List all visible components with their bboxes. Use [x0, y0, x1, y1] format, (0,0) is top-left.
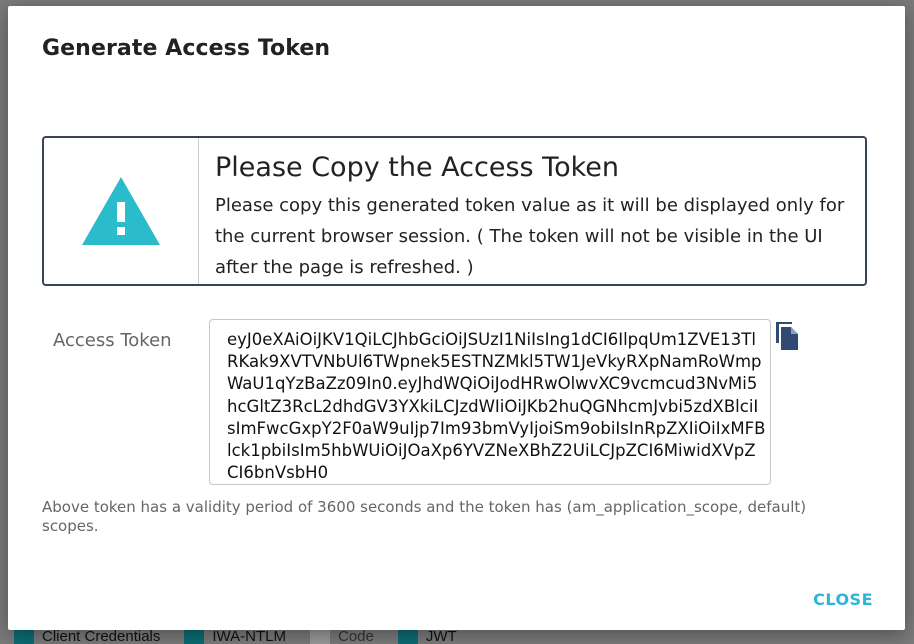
warning-triangle-icon	[82, 177, 160, 245]
checkbox-label: JWT	[425, 630, 457, 644]
checkbox-label: Code	[338, 630, 374, 644]
dialog-title: Generate Access Token	[42, 36, 331, 61]
alert-heading: Please Copy the Access Token	[215, 152, 619, 183]
checkbox-label: Client Credentials	[42, 630, 161, 644]
grant-jwt-checkbox[interactable]: JWT	[397, 630, 457, 644]
grant-code-checkbox[interactable]: Code	[310, 630, 374, 644]
checkbox-label: IWA-NTLM	[212, 630, 286, 644]
copy-icon[interactable]	[774, 319, 800, 351]
checkbox-checked-icon	[184, 630, 205, 644]
grant-client-credentials-checkbox[interactable]: Client Credentials	[14, 630, 160, 644]
generate-access-token-dialog: Generate Access Token Please Copy the Ac…	[8, 6, 905, 630]
grant-iwa-ntlm-checkbox[interactable]: IWA-NTLM	[184, 630, 286, 644]
checkbox-unchecked-icon	[310, 630, 330, 644]
alert-body: Please Copy the Access Token Please copy…	[199, 138, 865, 284]
checkbox-checked-icon	[14, 630, 34, 644]
alert-icon-cell	[44, 138, 199, 284]
alert-message: Please copy this generated token value a…	[215, 195, 845, 278]
access-token-label: Access Token	[53, 330, 172, 351]
background-grant-types: Client Credentials IWA-NTLM Code JWT	[0, 630, 914, 644]
token-validity-note: Above token has a validity period of 360…	[42, 498, 807, 535]
close-button[interactable]: CLOSE	[813, 590, 873, 609]
access-token-textarea[interactable]: eyJ0eXAiOiJKV1QiLCJhbGciOiJSUzI1NiIsIng1…	[209, 319, 771, 485]
checkbox-checked-icon	[397, 630, 418, 644]
copy-token-alert: Please Copy the Access Token Please copy…	[42, 136, 867, 286]
